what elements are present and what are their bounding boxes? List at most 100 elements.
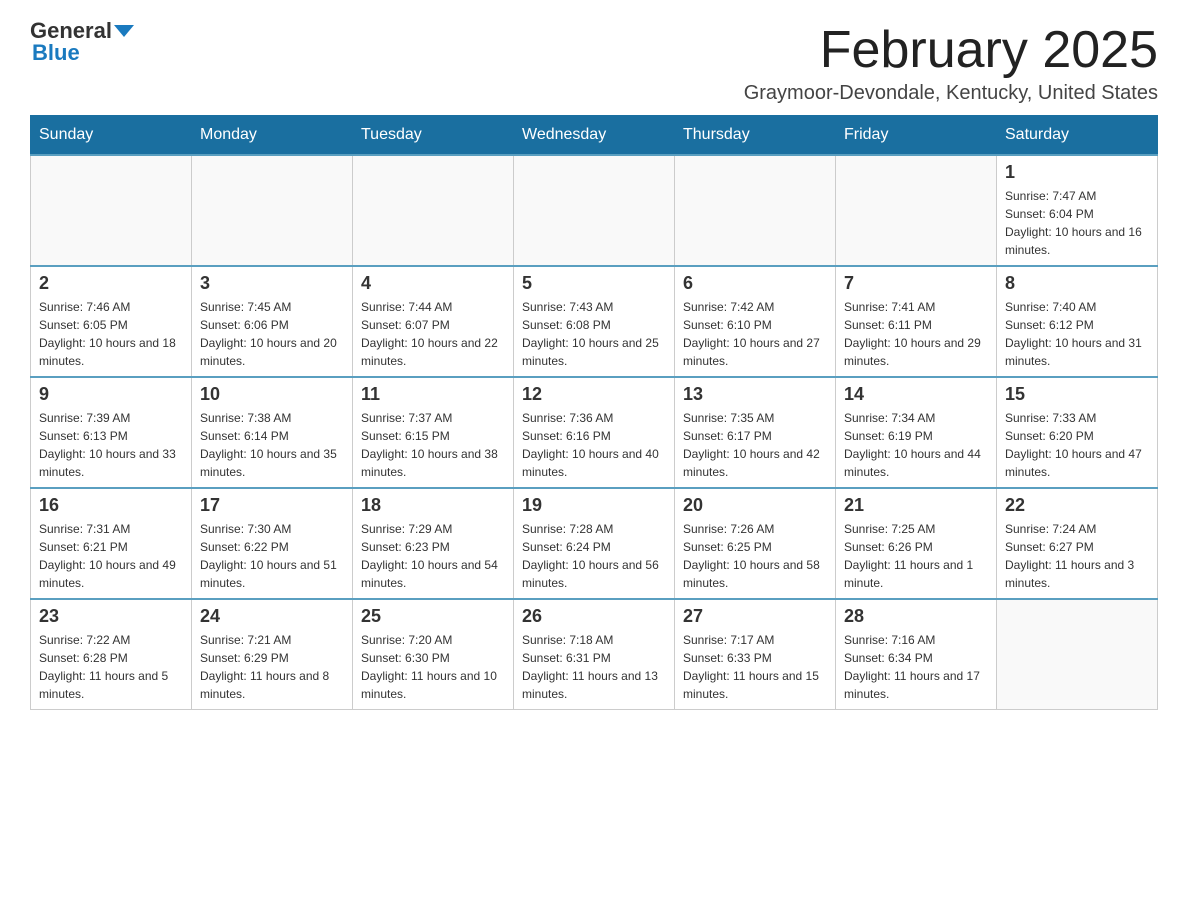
day-number: 17 [200,495,344,516]
weekday-header-monday: Monday [192,116,353,156]
day-number: 25 [361,606,505,627]
day-number: 9 [39,384,183,405]
day-number: 19 [522,495,666,516]
calendar-cell: 24 Sunrise: 7:21 AM Sunset: 6:29 PM Dayli… [192,599,353,710]
day-number: 4 [361,273,505,294]
calendar-cell: 7 Sunrise: 7:41 AM Sunset: 6:11 PM Daylig… [836,266,997,377]
calendar-cell: 11 Sunrise: 7:37 AM Sunset: 6:15 PM Dayli… [353,377,514,488]
day-number: 26 [522,606,666,627]
day-number: 16 [39,495,183,516]
calendar-cell: 26 Sunrise: 7:18 AM Sunset: 6:31 PM Dayli… [514,599,675,710]
calendar-cell: 5 Sunrise: 7:43 AM Sunset: 6:08 PM Daylig… [514,266,675,377]
calendar-cell: 18 Sunrise: 7:29 AM Sunset: 6:23 PM Dayli… [353,488,514,599]
day-number: 7 [844,273,988,294]
month-title: February 2025 [744,20,1158,80]
day-info: Sunrise: 7:24 AM Sunset: 6:27 PM Dayligh… [1005,520,1149,592]
day-info: Sunrise: 7:44 AM Sunset: 6:07 PM Dayligh… [361,298,505,370]
title-block: February 2025 Graymoor-Devondale, Kentuc… [744,20,1158,105]
day-number: 28 [844,606,988,627]
day-info: Sunrise: 7:34 AM Sunset: 6:19 PM Dayligh… [844,409,988,481]
day-number: 11 [361,384,505,405]
calendar-cell [192,155,353,266]
day-number: 6 [683,273,827,294]
day-number: 24 [200,606,344,627]
calendar-cell: 1Sunrise: 7:47 AM Sunset: 6:04 PM Daylig… [997,155,1158,266]
day-number: 27 [683,606,827,627]
logo-arrow-icon [114,25,134,37]
calendar-cell: 19 Sunrise: 7:28 AM Sunset: 6:24 PM Dayli… [514,488,675,599]
calendar-cell: 23Sunrise: 7:22 AM Sunset: 6:28 PM Dayli… [31,599,192,710]
day-number: 8 [1005,273,1149,294]
day-info: Sunrise: 7:33 AM Sunset: 6:20 PM Dayligh… [1005,409,1149,481]
day-info: Sunrise: 7:25 AM Sunset: 6:26 PM Dayligh… [844,520,988,592]
day-info: Sunrise: 7:41 AM Sunset: 6:11 PM Dayligh… [844,298,988,370]
logo-text-general: General [30,20,112,42]
day-number: 10 [200,384,344,405]
day-info: Sunrise: 7:31 AM Sunset: 6:21 PM Dayligh… [39,520,183,592]
day-info: Sunrise: 7:39 AM Sunset: 6:13 PM Dayligh… [39,409,183,481]
day-number: 20 [683,495,827,516]
day-info: Sunrise: 7:20 AM Sunset: 6:30 PM Dayligh… [361,631,505,703]
day-info: Sunrise: 7:42 AM Sunset: 6:10 PM Dayligh… [683,298,827,370]
week-row-3: 9 Sunrise: 7:39 AM Sunset: 6:13 PM Daylig… [31,377,1158,488]
calendar-cell: 15Sunrise: 7:33 AM Sunset: 6:20 PM Dayli… [997,377,1158,488]
calendar-cell: 6 Sunrise: 7:42 AM Sunset: 6:10 PM Daylig… [675,266,836,377]
calendar-cell: 27 Sunrise: 7:17 AM Sunset: 6:33 PM Dayli… [675,599,836,710]
day-info: Sunrise: 7:17 AM Sunset: 6:33 PM Dayligh… [683,631,827,703]
weekday-header-wednesday: Wednesday [514,116,675,156]
logo-text-blue: Blue [30,42,80,64]
day-info: Sunrise: 7:22 AM Sunset: 6:28 PM Dayligh… [39,631,183,703]
day-info: Sunrise: 7:40 AM Sunset: 6:12 PM Dayligh… [1005,298,1149,370]
day-info: Sunrise: 7:18 AM Sunset: 6:31 PM Dayligh… [522,631,666,703]
logo: General Blue [30,20,134,64]
weekday-header-tuesday: Tuesday [353,116,514,156]
day-info: Sunrise: 7:21 AM Sunset: 6:29 PM Dayligh… [200,631,344,703]
calendar-cell: 20 Sunrise: 7:26 AM Sunset: 6:25 PM Dayli… [675,488,836,599]
day-info: Sunrise: 7:46 AM Sunset: 6:05 PM Dayligh… [39,298,183,370]
calendar-cell: 17Sunrise: 7:30 AM Sunset: 6:22 PM Dayli… [192,488,353,599]
calendar-cell: 10 Sunrise: 7:38 AM Sunset: 6:14 PM Dayli… [192,377,353,488]
day-info: Sunrise: 7:29 AM Sunset: 6:23 PM Dayligh… [361,520,505,592]
day-info: Sunrise: 7:37 AM Sunset: 6:15 PM Dayligh… [361,409,505,481]
day-number: 18 [361,495,505,516]
day-number: 12 [522,384,666,405]
day-number: 5 [522,273,666,294]
day-info: Sunrise: 7:26 AM Sunset: 6:25 PM Dayligh… [683,520,827,592]
calendar-cell: 16 Sunrise: 7:31 AM Sunset: 6:21 PM Dayli… [31,488,192,599]
day-info: Sunrise: 7:38 AM Sunset: 6:14 PM Dayligh… [200,409,344,481]
day-number: 22 [1005,495,1149,516]
day-info: Sunrise: 7:36 AM Sunset: 6:16 PM Dayligh… [522,409,666,481]
calendar-cell: 21 Sunrise: 7:25 AM Sunset: 6:26 PM Dayli… [836,488,997,599]
week-row-5: 23Sunrise: 7:22 AM Sunset: 6:28 PM Dayli… [31,599,1158,710]
calendar-cell: 4 Sunrise: 7:44 AM Sunset: 6:07 PM Daylig… [353,266,514,377]
calendar-cell [514,155,675,266]
weekday-header-sunday: Sunday [31,116,192,156]
day-number: 2 [39,273,183,294]
weekday-header-thursday: Thursday [675,116,836,156]
calendar-cell [675,155,836,266]
calendar-cell: 3 Sunrise: 7:45 AM Sunset: 6:06 PM Daylig… [192,266,353,377]
calendar-cell [31,155,192,266]
day-info: Sunrise: 7:16 AM Sunset: 6:34 PM Dayligh… [844,631,988,703]
calendar-cell: 9 Sunrise: 7:39 AM Sunset: 6:13 PM Daylig… [31,377,192,488]
weekday-header-saturday: Saturday [997,116,1158,156]
day-number: 1 [1005,162,1149,183]
day-info: Sunrise: 7:35 AM Sunset: 6:17 PM Dayligh… [683,409,827,481]
weekday-header-row: SundayMondayTuesdayWednesdayThursdayFrid… [31,116,1158,156]
calendar-cell: 28 Sunrise: 7:16 AM Sunset: 6:34 PM Dayli… [836,599,997,710]
calendar-cell: 12 Sunrise: 7:36 AM Sunset: 6:16 PM Dayli… [514,377,675,488]
week-row-2: 2 Sunrise: 7:46 AM Sunset: 6:05 PM Daylig… [31,266,1158,377]
day-info: Sunrise: 7:28 AM Sunset: 6:24 PM Dayligh… [522,520,666,592]
day-number: 3 [200,273,344,294]
day-info: Sunrise: 7:45 AM Sunset: 6:06 PM Dayligh… [200,298,344,370]
calendar-cell: 2 Sunrise: 7:46 AM Sunset: 6:05 PM Daylig… [31,266,192,377]
day-info: Sunrise: 7:43 AM Sunset: 6:08 PM Dayligh… [522,298,666,370]
weekday-header-friday: Friday [836,116,997,156]
week-row-1: 1Sunrise: 7:47 AM Sunset: 6:04 PM Daylig… [31,155,1158,266]
location-subtitle: Graymoor-Devondale, Kentucky, United Sta… [744,82,1158,105]
calendar-cell: 14 Sunrise: 7:34 AM Sunset: 6:19 PM Dayli… [836,377,997,488]
day-number: 21 [844,495,988,516]
day-number: 13 [683,384,827,405]
calendar-cell: 25 Sunrise: 7:20 AM Sunset: 6:30 PM Dayli… [353,599,514,710]
day-number: 14 [844,384,988,405]
